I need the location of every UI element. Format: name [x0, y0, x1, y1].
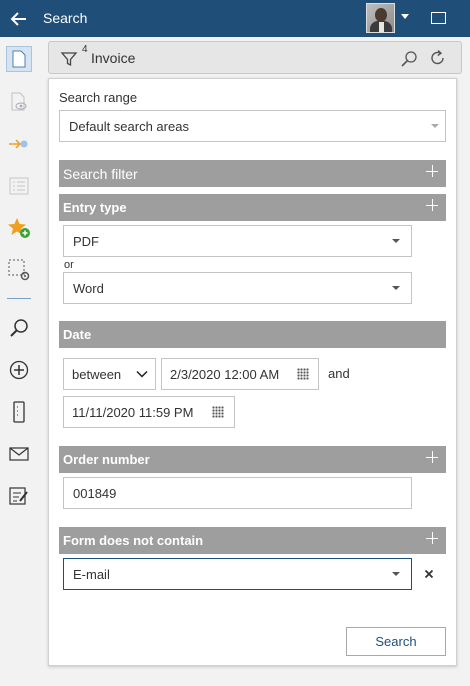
form-type-select[interactable]: E-mail [63, 558, 412, 590]
order-number-input[interactable]: 001849 [63, 477, 412, 509]
chevron-down-icon [392, 286, 400, 290]
plus-icon[interactable] [426, 165, 438, 177]
chevron-down-icon [392, 572, 400, 576]
chevron-down-icon [392, 239, 400, 243]
left-toolbar [0, 37, 38, 686]
search-button[interactable]: Search [346, 627, 446, 656]
reset-icon[interactable] [429, 49, 447, 67]
sidebar-divider [7, 298, 31, 299]
search-icon[interactable] [6, 315, 32, 341]
back-arrow-icon[interactable] [8, 8, 30, 30]
and-label: and [328, 366, 350, 381]
title-bar: Search [0, 0, 470, 37]
pin-arrow-icon[interactable] [6, 131, 32, 157]
selection-settings-icon[interactable] [6, 257, 32, 283]
add-circle-icon[interactable] [6, 357, 32, 383]
calendar-icon[interactable] [212, 406, 224, 418]
page-title: Search [43, 10, 88, 26]
filter-count-badge: 4 [82, 44, 88, 55]
new-document-icon[interactable] [6, 46, 32, 72]
chevron-down-icon[interactable] [401, 14, 409, 19]
edit-form-icon[interactable] [6, 483, 32, 509]
search-range-label: Search range [59, 90, 138, 105]
entry-type-select-2[interactable]: Word [63, 272, 412, 304]
plus-icon[interactable] [426, 451, 438, 463]
chevron-down-icon [136, 370, 148, 378]
date-operator-select[interactable]: between [63, 358, 156, 390]
section-date: Date [59, 321, 446, 348]
date-to-field[interactable]: 11/11/2020 11:59 PM [63, 396, 235, 428]
add-favorite-icon[interactable] [6, 215, 32, 241]
window-toggle-icon[interactable] [431, 12, 446, 24]
section-entry-type[interactable]: Entry type [59, 194, 446, 221]
search-bar[interactable]: 4 Invoice [48, 41, 462, 74]
user-avatar[interactable] [366, 3, 395, 33]
entry-type-select-1[interactable]: PDF [63, 225, 412, 257]
search-icon[interactable] [400, 50, 418, 68]
filter-icon[interactable] [59, 49, 79, 69]
close-icon[interactable] [422, 567, 436, 581]
or-label: or [64, 259, 74, 271]
plus-icon[interactable] [426, 199, 438, 211]
search-term[interactable]: Invoice [91, 50, 135, 66]
view-document-icon[interactable] [6, 89, 32, 115]
plus-icon[interactable] [426, 532, 438, 544]
section-form-not-contain[interactable]: Form does not contain [59, 527, 446, 554]
mobile-device-icon[interactable] [6, 399, 32, 425]
search-range-select[interactable]: Default search areas [59, 110, 446, 142]
mail-icon[interactable] [6, 441, 32, 467]
date-from-field[interactable]: 2/3/2020 12:00 AM [161, 358, 319, 390]
section-search-filter[interactable]: Search filter [59, 160, 446, 187]
section-order-number[interactable]: Order number [59, 446, 446, 473]
calendar-icon[interactable] [297, 368, 309, 380]
chevron-down-icon [431, 124, 439, 128]
list-icon[interactable] [6, 173, 32, 199]
